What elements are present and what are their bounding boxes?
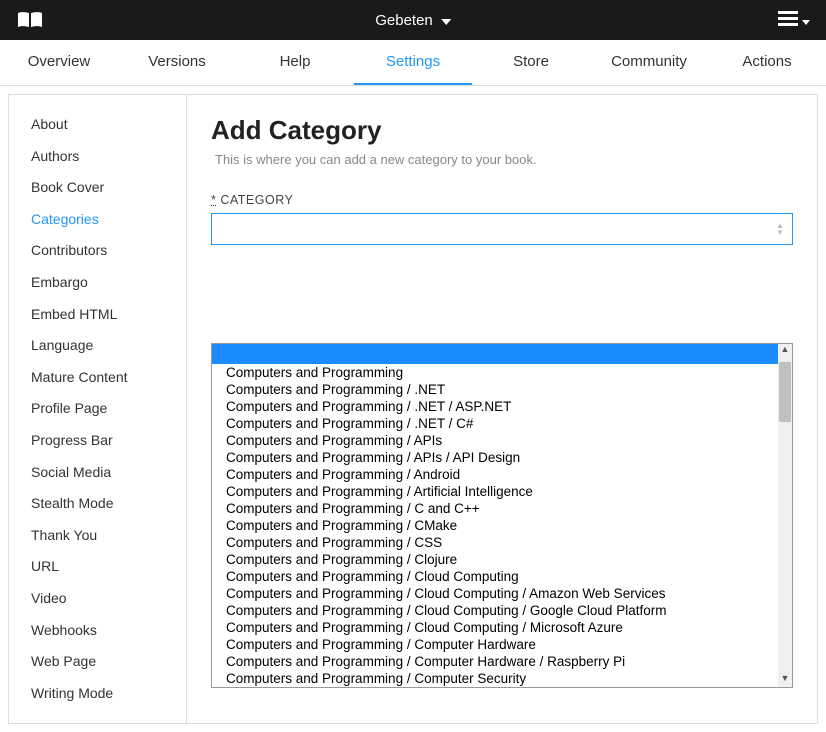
sidebar-item-thank-you[interactable]: Thank You [9,520,186,552]
tab-settings[interactable]: Settings [354,40,472,85]
tab-actions[interactable]: Actions [708,40,826,85]
dropdown-option[interactable]: Computers and Programming / Cloud Comput… [212,568,778,585]
sidebar: About Authors Book Cover Categories Cont… [9,95,187,723]
hamburger-icon [778,11,798,30]
sidebar-item-progress-bar[interactable]: Progress Bar [9,425,186,457]
content-pane: About Authors Book Cover Categories Cont… [8,94,818,724]
dropdown-option[interactable]: Computers and Programming / Computer Sec… [212,670,778,687]
sidebar-item-about[interactable]: About [9,109,186,141]
dropdown-option[interactable] [212,344,778,364]
tab-versions[interactable]: Versions [118,40,236,85]
logo-icon[interactable] [16,10,44,30]
spinner-icon[interactable]: ▲▼ [776,222,784,236]
sidebar-item-social-media[interactable]: Social Media [9,457,186,489]
dropdown-option[interactable]: Computers and Programming / CSS [212,534,778,551]
dropdown-option[interactable]: Computers and Programming / Cloud Comput… [212,585,778,602]
sidebar-item-contributors[interactable]: Contributors [9,235,186,267]
sidebar-item-language[interactable]: Language [9,330,186,362]
sidebar-item-authors[interactable]: Authors [9,141,186,173]
tab-help[interactable]: Help [236,40,354,85]
dropdown-list: Computers and Programming Computers and … [212,344,778,687]
scrollbar-thumb[interactable] [779,362,791,422]
tab-bar: Overview Versions Help Settings Store Co… [0,40,826,86]
caret-down-icon [802,12,810,28]
dropdown-option[interactable]: Computers and Programming / Clojure [212,551,778,568]
page-description: This is where you can add a new category… [211,152,793,167]
dropdown-scrollbar[interactable]: ▲ ▼ [778,344,792,687]
sidebar-item-stealth-mode[interactable]: Stealth Mode [9,488,186,520]
dropdown-option[interactable]: Computers and Programming / .NET / ASP.N… [212,398,778,415]
dropdown-option[interactable]: Computers and Programming / Computer Har… [212,636,778,653]
dropdown-option[interactable]: Computers and Programming / Cloud Comput… [212,619,778,636]
dropdown-option[interactable]: Computers and Programming / Artificial I… [212,483,778,500]
dropdown-option[interactable]: Computers and Programming / Cloud Comput… [212,602,778,619]
top-bar: Gebeten [0,0,826,40]
dropdown-option[interactable]: Computers and Programming / .NET [212,381,778,398]
sidebar-item-profile-page[interactable]: Profile Page [9,393,186,425]
dropdown-option[interactable]: Computers and Programming / APIs / API D… [212,449,778,466]
dropdown-option[interactable]: Computers and Programming / APIs [212,432,778,449]
sidebar-item-mature-content[interactable]: Mature Content [9,362,186,394]
dropdown-option[interactable]: Computers and Programming [212,364,778,381]
scroll-up-icon[interactable]: ▲ [778,344,792,358]
category-field-label: * CATEGORY [211,193,793,207]
caret-down-icon [441,12,451,29]
sidebar-item-writing-mode[interactable]: Writing Mode [9,678,186,710]
sidebar-item-embargo[interactable]: Embargo [9,267,186,299]
sidebar-item-book-cover[interactable]: Book Cover [9,172,186,204]
category-combobox[interactable]: ▲▼ [211,213,793,245]
sidebar-item-embed-html[interactable]: Embed HTML [9,299,186,331]
tab-overview[interactable]: Overview [0,40,118,85]
tab-store[interactable]: Store [472,40,590,85]
dropdown-option[interactable]: Computers and Programming / Android [212,466,778,483]
category-dropdown: Computers and Programming Computers and … [211,343,793,688]
sidebar-item-categories[interactable]: Categories [9,204,186,236]
sidebar-item-video[interactable]: Video [9,583,186,615]
main-panel: Add Category This is where you can add a… [187,95,817,723]
scroll-down-icon[interactable]: ▼ [778,673,792,687]
header-title: Gebeten [375,12,433,29]
required-marker: * [211,193,216,207]
dropdown-option[interactable]: Computers and Programming / Computer Har… [212,653,778,670]
dropdown-option[interactable]: Computers and Programming / C and C++ [212,500,778,517]
dropdown-option[interactable]: Computers and Programming / .NET / C# [212,415,778,432]
field-label-text: CATEGORY [220,193,293,207]
sidebar-item-web-page[interactable]: Web Page [9,646,186,678]
menu-button[interactable] [778,11,810,30]
sidebar-item-webhooks[interactable]: Webhooks [9,615,186,647]
tab-community[interactable]: Community [590,40,708,85]
dropdown-option[interactable]: Computers and Programming / CMake [212,517,778,534]
page-title: Add Category [211,115,793,146]
sidebar-item-url[interactable]: URL [9,551,186,583]
header-title-dropdown[interactable]: Gebeten [375,12,451,29]
